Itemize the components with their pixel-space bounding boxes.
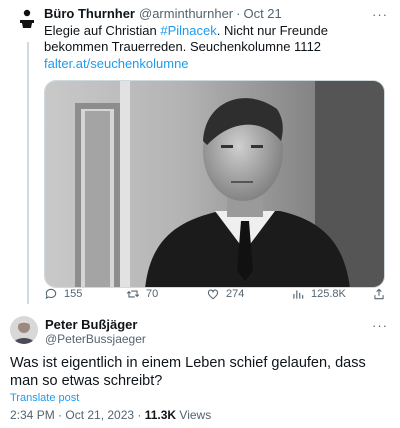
buero-logo-icon	[20, 9, 34, 28]
external-link[interactable]: falter.at/seuchenkolumne	[44, 56, 388, 72]
views-count: 125.8K	[311, 288, 346, 300]
profile-photo	[10, 316, 38, 344]
translate-post-link[interactable]: Translate post	[10, 392, 79, 404]
thread-line	[27, 42, 29, 304]
author-name[interactable]: Büro Thurnher	[44, 5, 135, 22]
tweet-photo[interactable]	[44, 80, 385, 288]
share-button[interactable]	[372, 287, 386, 301]
tweet-time[interactable]: Oct 21	[243, 5, 281, 22]
avatar[interactable]	[12, 5, 42, 35]
views-chart-icon	[293, 290, 304, 299]
retweet-count: 70	[146, 288, 159, 300]
retweet-button[interactable]: 70	[126, 287, 158, 301]
tweet-header: Büro Thurnher @arminthurnher · Oct 21	[44, 5, 388, 22]
heart-icon	[207, 289, 219, 300]
reply-count: 155	[64, 288, 83, 300]
share-icon	[374, 288, 384, 300]
author-handle[interactable]: @PeterBussjaeger	[45, 332, 146, 347]
tweet-text: Elegie auf Christian #Pilnacek. Nicht nu…	[44, 23, 388, 55]
author-block: Peter Bußjäger @PeterBussjaeger	[45, 317, 146, 347]
reply-button[interactable]: 155	[44, 287, 82, 301]
more-options-button[interactable]: ···	[372, 318, 388, 333]
views-label: Views	[176, 408, 212, 422]
tweet-action-bar: 155 70 274 125.8K	[44, 287, 388, 303]
more-options-button[interactable]: ···	[372, 7, 388, 22]
separator: ·	[236, 6, 241, 21]
tweet-text: Was ist eigentlich in einem Leben schief…	[10, 355, 366, 389]
tweet-meta: 2:34 PM · Oct 21, 2023 · 11.3K Views	[10, 408, 211, 422]
photo-image	[45, 81, 384, 287]
reply-icon	[45, 288, 57, 300]
hashtag-link[interactable]: #Pilnacek	[160, 23, 216, 38]
avatar[interactable]	[10, 316, 38, 344]
tweet-text-part: Elegie auf Christian	[44, 23, 161, 38]
views-button[interactable]: 125.8K	[291, 287, 346, 301]
author-handle[interactable]: @arminthurnher	[139, 5, 233, 22]
views-count: 11.3K	[144, 408, 177, 422]
quoted-tweet[interactable]: Büro Thurnher @arminthurnher · Oct 21 ··…	[44, 5, 388, 288]
retweet-icon	[126, 290, 140, 298]
tweet-timestamp[interactable]: 2:34 PM · Oct 21, 2023 ·	[10, 408, 145, 422]
like-count: 274	[226, 288, 245, 300]
like-button[interactable]: 274	[206, 287, 244, 301]
author-name[interactable]: Peter Bußjäger	[45, 317, 146, 332]
